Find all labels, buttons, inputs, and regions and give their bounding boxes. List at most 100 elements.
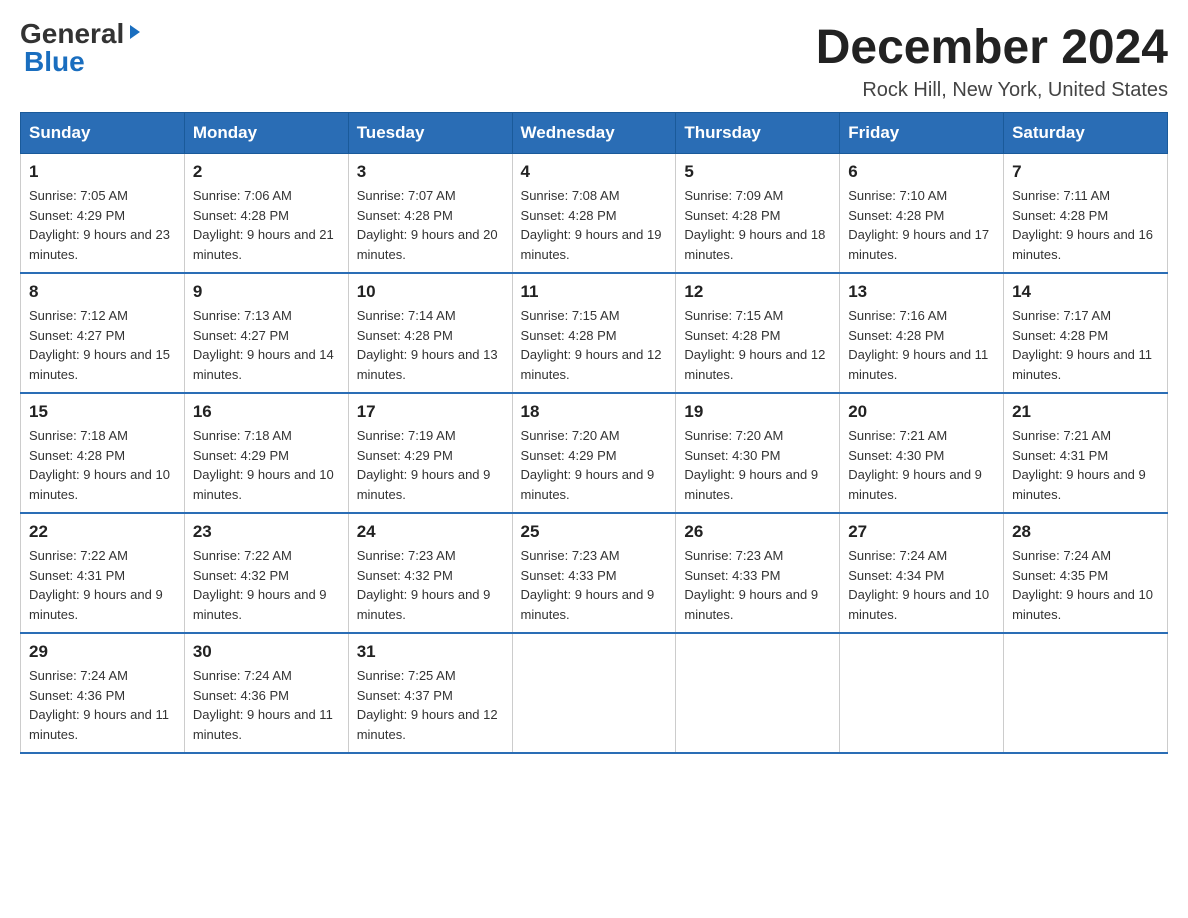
calendar-cell: 24 Sunrise: 7:23 AMSunset: 4:32 PMDaylig… <box>348 513 512 633</box>
day-info: Sunrise: 7:12 AMSunset: 4:27 PMDaylight:… <box>29 308 170 382</box>
day-info: Sunrise: 7:20 AMSunset: 4:29 PMDaylight:… <box>521 428 655 502</box>
calendar-cell: 2 Sunrise: 7:06 AMSunset: 4:28 PMDayligh… <box>184 154 348 274</box>
calendar-week-row: 22 Sunrise: 7:22 AMSunset: 4:31 PMDaylig… <box>21 513 1168 633</box>
day-info: Sunrise: 7:22 AMSunset: 4:31 PMDaylight:… <box>29 548 163 622</box>
day-info: Sunrise: 7:24 AMSunset: 4:36 PMDaylight:… <box>193 668 333 742</box>
day-info: Sunrise: 7:23 AMSunset: 4:33 PMDaylight:… <box>684 548 818 622</box>
day-info: Sunrise: 7:07 AMSunset: 4:28 PMDaylight:… <box>357 188 498 262</box>
day-info: Sunrise: 7:15 AMSunset: 4:28 PMDaylight:… <box>684 308 825 382</box>
day-number: 24 <box>357 522 504 542</box>
calendar-cell: 17 Sunrise: 7:19 AMSunset: 4:29 PMDaylig… <box>348 393 512 513</box>
calendar-cell: 19 Sunrise: 7:20 AMSunset: 4:30 PMDaylig… <box>676 393 840 513</box>
calendar-cell: 5 Sunrise: 7:09 AMSunset: 4:28 PMDayligh… <box>676 154 840 274</box>
calendar-cell: 31 Sunrise: 7:25 AMSunset: 4:37 PMDaylig… <box>348 633 512 753</box>
day-number: 27 <box>848 522 995 542</box>
day-number: 31 <box>357 642 504 662</box>
day-number: 9 <box>193 282 340 302</box>
logo-blue-text: Blue <box>24 46 85 77</box>
day-number: 25 <box>521 522 668 542</box>
day-info: Sunrise: 7:19 AMSunset: 4:29 PMDaylight:… <box>357 428 491 502</box>
day-info: Sunrise: 7:10 AMSunset: 4:28 PMDaylight:… <box>848 188 989 262</box>
weekday-header-thursday: Thursday <box>676 113 840 154</box>
calendar-cell: 23 Sunrise: 7:22 AMSunset: 4:32 PMDaylig… <box>184 513 348 633</box>
calendar-cell: 6 Sunrise: 7:10 AMSunset: 4:28 PMDayligh… <box>840 154 1004 274</box>
day-info: Sunrise: 7:11 AMSunset: 4:28 PMDaylight:… <box>1012 188 1153 262</box>
calendar-cell <box>512 633 676 753</box>
calendar-cell: 1 Sunrise: 7:05 AMSunset: 4:29 PMDayligh… <box>21 154 185 274</box>
day-number: 26 <box>684 522 831 542</box>
location-subtitle: Rock Hill, New York, United States <box>816 79 1168 102</box>
calendar-cell: 10 Sunrise: 7:14 AMSunset: 4:28 PMDaylig… <box>348 273 512 393</box>
day-info: Sunrise: 7:16 AMSunset: 4:28 PMDaylight:… <box>848 308 988 382</box>
day-info: Sunrise: 7:21 AMSunset: 4:30 PMDaylight:… <box>848 428 982 502</box>
day-info: Sunrise: 7:08 AMSunset: 4:28 PMDaylight:… <box>521 188 662 262</box>
day-info: Sunrise: 7:09 AMSunset: 4:28 PMDaylight:… <box>684 188 825 262</box>
calendar-cell: 25 Sunrise: 7:23 AMSunset: 4:33 PMDaylig… <box>512 513 676 633</box>
weekday-header-saturday: Saturday <box>1004 113 1168 154</box>
day-info: Sunrise: 7:14 AMSunset: 4:28 PMDaylight:… <box>357 308 498 382</box>
calendar-cell: 28 Sunrise: 7:24 AMSunset: 4:35 PMDaylig… <box>1004 513 1168 633</box>
day-number: 28 <box>1012 522 1159 542</box>
day-number: 18 <box>521 402 668 422</box>
logo-arrow-icon <box>126 23 144 45</box>
calendar-cell: 27 Sunrise: 7:24 AMSunset: 4:34 PMDaylig… <box>840 513 1004 633</box>
calendar-cell: 9 Sunrise: 7:13 AMSunset: 4:27 PMDayligh… <box>184 273 348 393</box>
day-number: 20 <box>848 402 995 422</box>
day-number: 14 <box>1012 282 1159 302</box>
calendar-week-row: 15 Sunrise: 7:18 AMSunset: 4:28 PMDaylig… <box>21 393 1168 513</box>
day-number: 23 <box>193 522 340 542</box>
day-number: 15 <box>29 402 176 422</box>
day-number: 29 <box>29 642 176 662</box>
calendar-body: 1 Sunrise: 7:05 AMSunset: 4:29 PMDayligh… <box>21 154 1168 754</box>
weekday-header-friday: Friday <box>840 113 1004 154</box>
weekday-header-wednesday: Wednesday <box>512 113 676 154</box>
day-info: Sunrise: 7:05 AMSunset: 4:29 PMDaylight:… <box>29 188 170 262</box>
day-info: Sunrise: 7:23 AMSunset: 4:32 PMDaylight:… <box>357 548 491 622</box>
calendar-cell: 13 Sunrise: 7:16 AMSunset: 4:28 PMDaylig… <box>840 273 1004 393</box>
calendar-cell: 4 Sunrise: 7:08 AMSunset: 4:28 PMDayligh… <box>512 154 676 274</box>
day-number: 16 <box>193 402 340 422</box>
calendar-cell: 29 Sunrise: 7:24 AMSunset: 4:36 PMDaylig… <box>21 633 185 753</box>
calendar-week-row: 1 Sunrise: 7:05 AMSunset: 4:29 PMDayligh… <box>21 154 1168 274</box>
calendar-cell: 26 Sunrise: 7:23 AMSunset: 4:33 PMDaylig… <box>676 513 840 633</box>
calendar-cell: 12 Sunrise: 7:15 AMSunset: 4:28 PMDaylig… <box>676 273 840 393</box>
calendar-cell: 8 Sunrise: 7:12 AMSunset: 4:27 PMDayligh… <box>21 273 185 393</box>
calendar-cell <box>676 633 840 753</box>
calendar-cell: 11 Sunrise: 7:15 AMSunset: 4:28 PMDaylig… <box>512 273 676 393</box>
day-number: 30 <box>193 642 340 662</box>
calendar-cell: 3 Sunrise: 7:07 AMSunset: 4:28 PMDayligh… <box>348 154 512 274</box>
day-number: 5 <box>684 162 831 182</box>
calendar-cell: 15 Sunrise: 7:18 AMSunset: 4:28 PMDaylig… <box>21 393 185 513</box>
day-number: 3 <box>357 162 504 182</box>
calendar-cell: 20 Sunrise: 7:21 AMSunset: 4:30 PMDaylig… <box>840 393 1004 513</box>
calendar-table: SundayMondayTuesdayWednesdayThursdayFrid… <box>20 112 1168 754</box>
day-number: 22 <box>29 522 176 542</box>
day-info: Sunrise: 7:20 AMSunset: 4:30 PMDaylight:… <box>684 428 818 502</box>
day-info: Sunrise: 7:24 AMSunset: 4:34 PMDaylight:… <box>848 548 989 622</box>
calendar-week-row: 29 Sunrise: 7:24 AMSunset: 4:36 PMDaylig… <box>21 633 1168 753</box>
weekday-header-sunday: Sunday <box>21 113 185 154</box>
calendar-cell <box>840 633 1004 753</box>
day-number: 7 <box>1012 162 1159 182</box>
calendar-header: SundayMondayTuesdayWednesdayThursdayFrid… <box>21 113 1168 154</box>
day-number: 13 <box>848 282 995 302</box>
day-info: Sunrise: 7:24 AMSunset: 4:35 PMDaylight:… <box>1012 548 1153 622</box>
calendar-cell: 21 Sunrise: 7:21 AMSunset: 4:31 PMDaylig… <box>1004 393 1168 513</box>
month-year-title: December 2024 <box>816 20 1168 75</box>
day-number: 19 <box>684 402 831 422</box>
day-info: Sunrise: 7:06 AMSunset: 4:28 PMDaylight:… <box>193 188 334 262</box>
calendar-cell <box>1004 633 1168 753</box>
day-info: Sunrise: 7:24 AMSunset: 4:36 PMDaylight:… <box>29 668 169 742</box>
day-number: 11 <box>521 282 668 302</box>
day-number: 12 <box>684 282 831 302</box>
day-info: Sunrise: 7:15 AMSunset: 4:28 PMDaylight:… <box>521 308 662 382</box>
day-info: Sunrise: 7:21 AMSunset: 4:31 PMDaylight:… <box>1012 428 1146 502</box>
day-info: Sunrise: 7:22 AMSunset: 4:32 PMDaylight:… <box>193 548 327 622</box>
weekday-header-row: SundayMondayTuesdayWednesdayThursdayFrid… <box>21 113 1168 154</box>
day-number: 8 <box>29 282 176 302</box>
calendar-cell: 14 Sunrise: 7:17 AMSunset: 4:28 PMDaylig… <box>1004 273 1168 393</box>
weekday-header-tuesday: Tuesday <box>348 113 512 154</box>
day-info: Sunrise: 7:13 AMSunset: 4:27 PMDaylight:… <box>193 308 334 382</box>
day-info: Sunrise: 7:23 AMSunset: 4:33 PMDaylight:… <box>521 548 655 622</box>
calendar-cell: 16 Sunrise: 7:18 AMSunset: 4:29 PMDaylig… <box>184 393 348 513</box>
